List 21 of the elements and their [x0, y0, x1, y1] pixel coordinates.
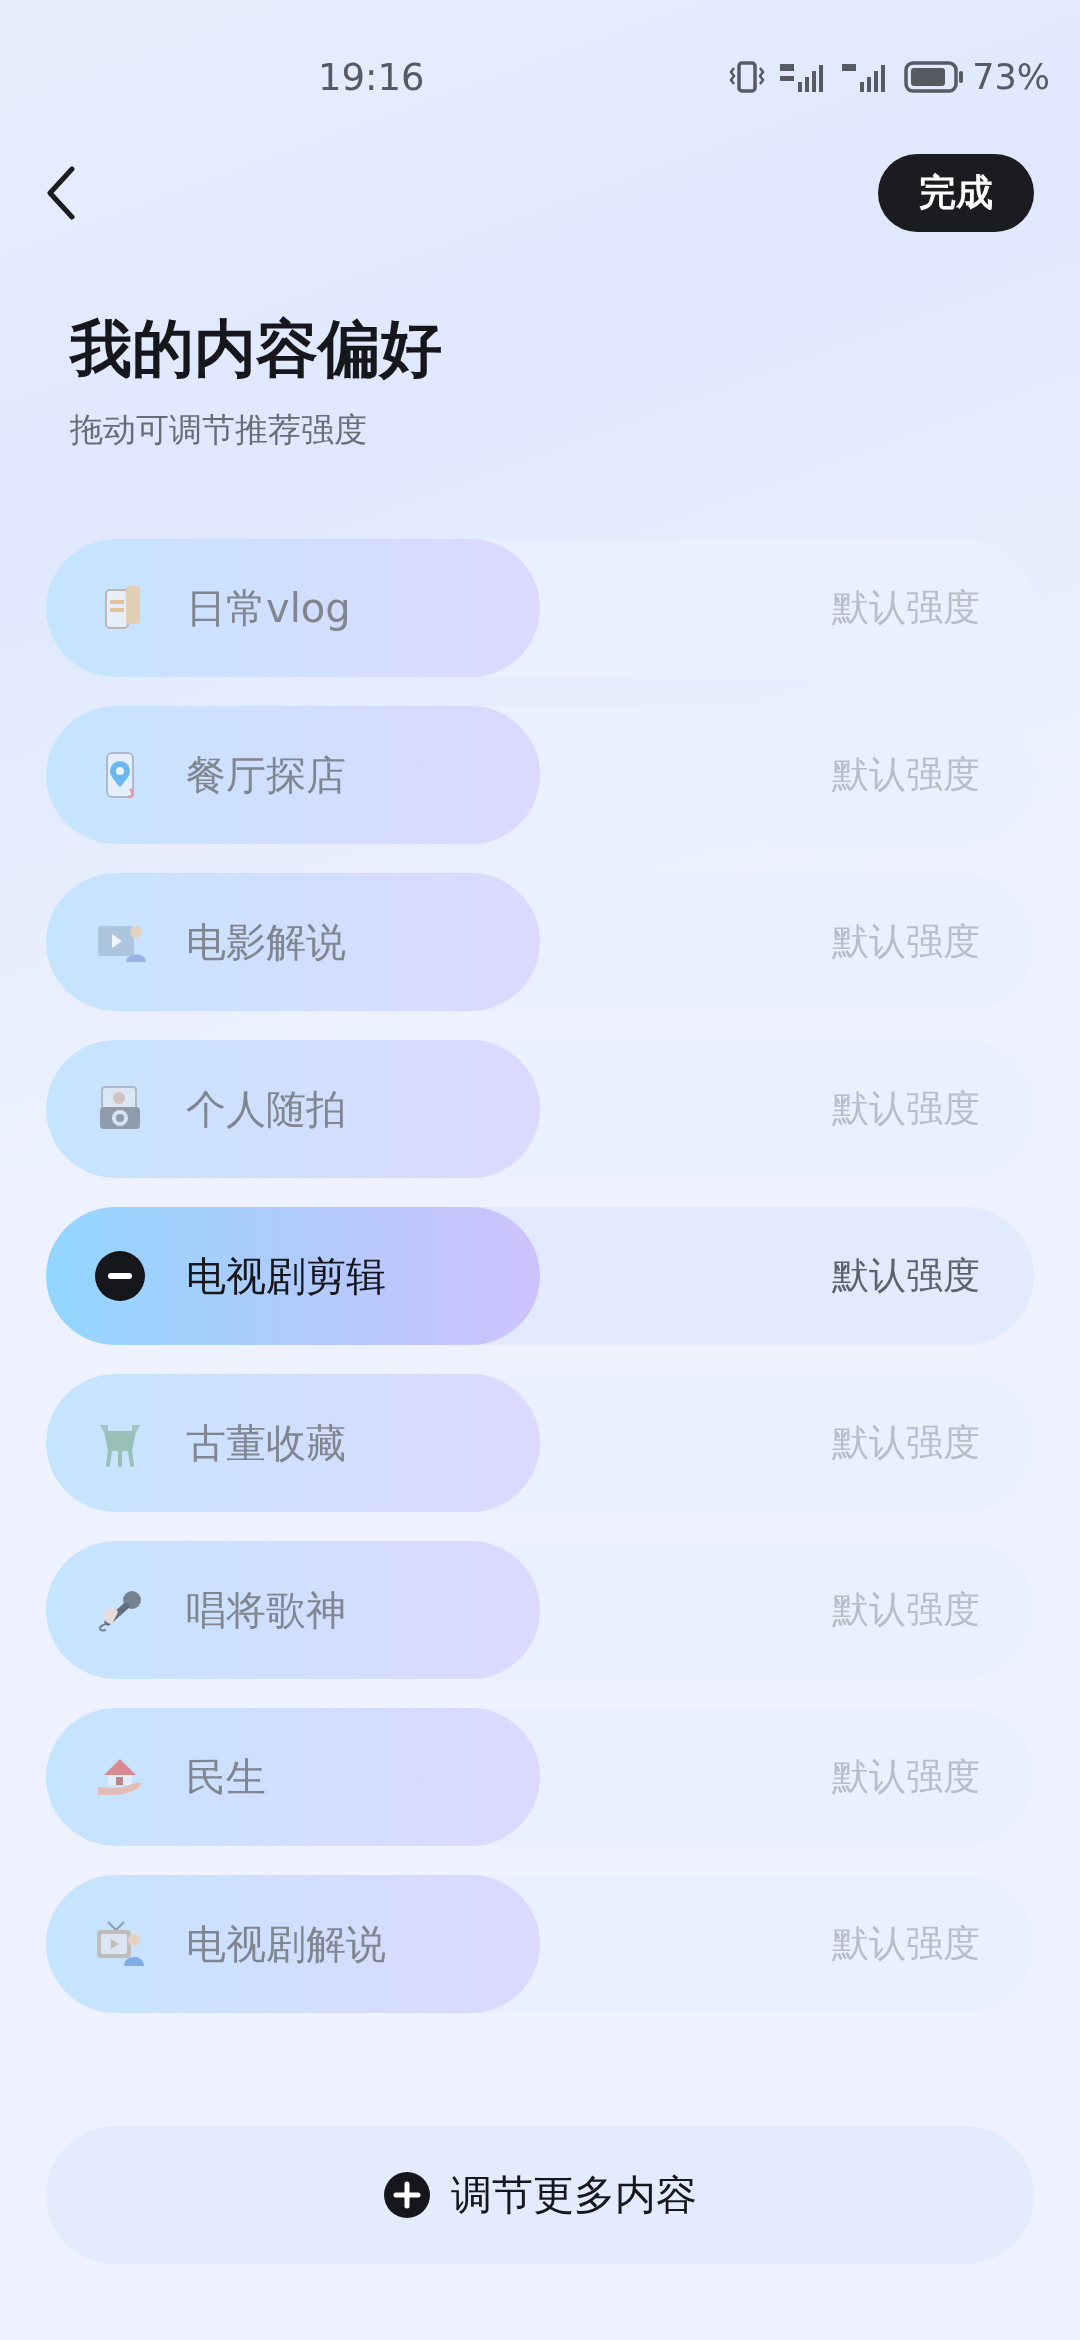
category-label: 电视剧剪辑: [186, 1251, 386, 1301]
vibrate-icon: [728, 60, 767, 94]
category-label: 民生: [186, 1752, 266, 1802]
adjust-more-button[interactable]: 调节更多内容: [46, 2126, 1034, 2265]
preference-slider[interactable]: 电视剧剪辑 默认强度: [46, 1207, 1034, 1346]
category-label: 古董收藏: [186, 1418, 346, 1468]
category-label: 唱将歌神: [186, 1585, 346, 1635]
battery-percent: 73%: [972, 57, 1050, 97]
page-subtitle: 拖动可调节推荐强度: [70, 409, 368, 452]
strength-reading: 默认强度: [832, 1253, 980, 1300]
minus-icon[interactable]: [94, 1250, 146, 1303]
back-icon[interactable]: [46, 166, 76, 220]
category-label: 电视剧解说: [186, 1919, 386, 1969]
category-label: 餐厅探店: [186, 750, 346, 800]
done-button[interactable]: 完成: [878, 154, 1034, 232]
category-label: 日常vlog: [186, 583, 351, 633]
plus-icon: [383, 2171, 431, 2220]
category-label: 电影解说: [186, 917, 346, 967]
category-label: 个人随拍: [186, 1084, 346, 1134]
page-title: 我的内容偏好: [70, 312, 443, 387]
battery-icon: [904, 61, 965, 93]
